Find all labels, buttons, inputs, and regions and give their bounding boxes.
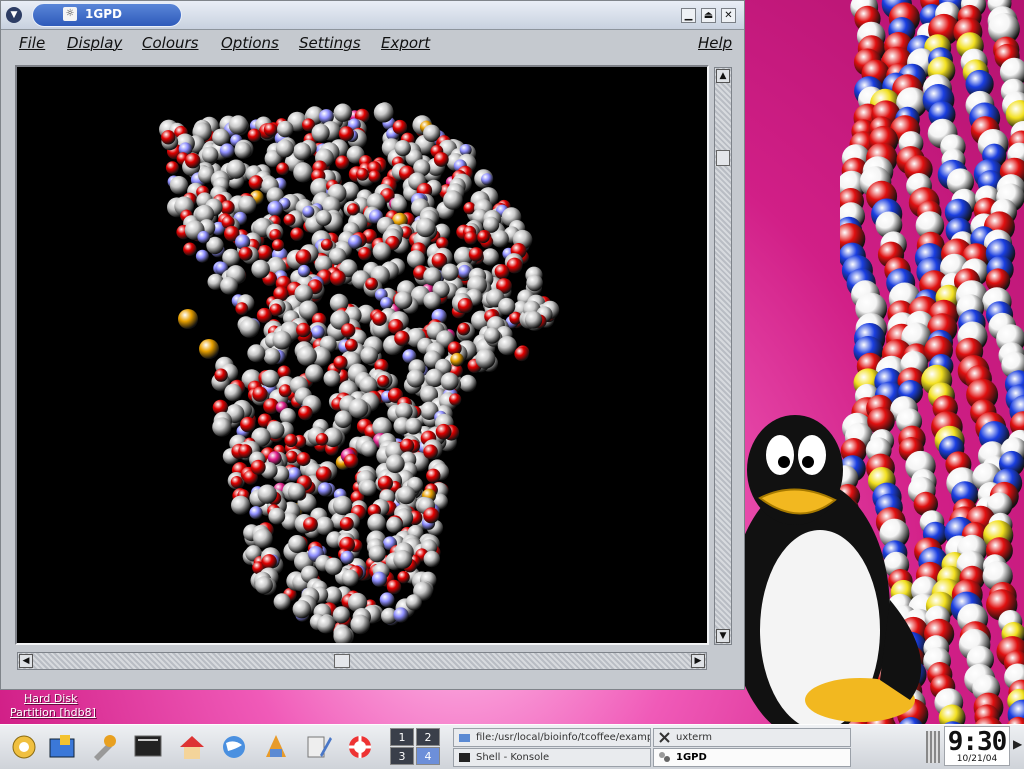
menu-colours[interactable]: Colours (142, 34, 198, 52)
scroll-down-arrow-icon[interactable]: ▼ (716, 629, 730, 643)
maximize-button[interactable]: ⏏ (701, 8, 716, 23)
molecule-viewer-window: ▼ ☼ 1GPD ▁ ⏏ ✕ File Display Colours Opti… (0, 0, 745, 690)
pager-desktop-4[interactable]: 4 (416, 747, 440, 765)
terminal-icon (458, 751, 471, 764)
task-konqueror[interactable]: file:/usr/local/bioinfo/tcoffee/example (453, 728, 651, 747)
task-label: Shell - Konsole (476, 752, 549, 763)
horizontal-scrollbar[interactable]: ◀ ▶ (17, 652, 707, 670)
clock[interactable]: 9:30 10/21/04 (944, 726, 1010, 766)
task-konsole[interactable]: Shell - Konsole (453, 748, 651, 767)
window-title: 1GPD (85, 7, 122, 21)
scroll-left-arrow-icon[interactable]: ◀ (19, 654, 33, 668)
app-icon: ☼ (63, 7, 77, 21)
menu-file[interactable]: File (19, 34, 45, 52)
molecule-canvas[interactable] (15, 65, 709, 645)
panel-hide-arrow-icon[interactable]: ▶ (1013, 737, 1022, 751)
help-lifebuoy-icon[interactable] (344, 731, 376, 763)
title-bar[interactable]: ▼ ☼ 1GPD ▁ ⏏ ✕ (1, 1, 744, 30)
minimize-button[interactable]: ▁ (681, 8, 696, 23)
close-button[interactable]: ✕ (721, 8, 736, 23)
folder-icon (458, 731, 471, 744)
tux-penguin-wallpaper (740, 400, 940, 724)
scroll-up-arrow-icon[interactable]: ▲ (716, 69, 730, 83)
x-icon (658, 731, 671, 744)
window-menu-button[interactable]: ▼ (6, 7, 22, 23)
molecule-icon (658, 751, 671, 764)
hard-disk-label[interactable]: Hard Disk (24, 692, 77, 705)
partition-label[interactable]: Partition [hdb8] (10, 706, 96, 719)
tray-handle[interactable] (926, 731, 940, 763)
menu-bar: File Display Colours Options Settings Ex… (1, 30, 744, 56)
clock-time: 9:30 (945, 727, 1009, 757)
task-label: 1GPD (676, 752, 707, 763)
horizontal-scroll-thumb[interactable] (334, 654, 350, 668)
scroll-right-arrow-icon[interactable]: ▶ (691, 654, 705, 668)
menu-display[interactable]: Display (67, 34, 122, 52)
kate-editor-icon[interactable] (302, 731, 334, 763)
vertical-scroll-thumb[interactable] (716, 150, 730, 166)
home-icon[interactable] (176, 731, 208, 763)
menu-help[interactable]: Help (698, 34, 732, 52)
task-label: file:/usr/local/bioinfo/tcoffee/example (476, 732, 651, 743)
menu-settings[interactable]: Settings (299, 34, 361, 52)
vertical-scrollbar[interactable]: ▲ ▼ (714, 67, 732, 645)
clock-date: 10/21/04 (945, 754, 1009, 764)
menu-options[interactable]: Options (221, 34, 279, 52)
protein-spacefill-render (19, 69, 707, 643)
office-icon[interactable] (260, 731, 292, 763)
kde-menu-icon[interactable] (8, 731, 40, 763)
konsole-icon[interactable] (132, 731, 164, 763)
control-center-icon[interactable] (88, 731, 120, 763)
pager-desktop-2[interactable]: 2 (416, 728, 440, 746)
task-uxterm[interactable]: uxterm (653, 728, 851, 747)
title-pill[interactable]: ☼ 1GPD (32, 3, 182, 27)
task-1gpd[interactable]: 1GPD (653, 748, 851, 767)
pager-desktop-3[interactable]: 3 (390, 747, 414, 765)
task-label: uxterm (676, 732, 712, 743)
menu-export[interactable]: Export (381, 34, 430, 52)
desktop-icon[interactable] (46, 731, 78, 763)
taskbar: 1 2 3 4 file:/usr/local/bioinfo/tcoffee/… (0, 724, 1024, 769)
pager-desktop-1[interactable]: 1 (390, 728, 414, 746)
browser-icon[interactable] (218, 731, 250, 763)
